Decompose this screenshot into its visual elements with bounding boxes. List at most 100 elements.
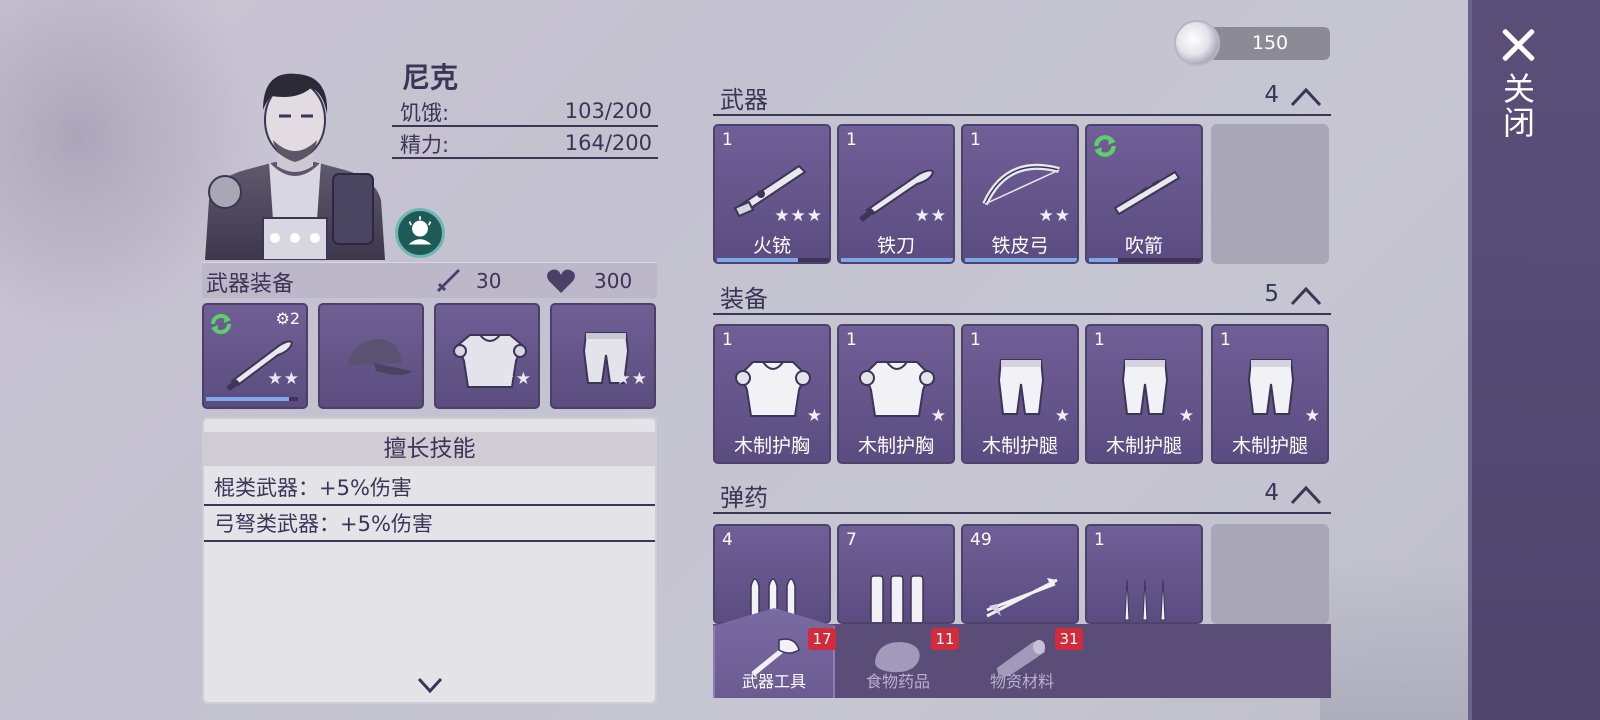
durability-fill [965,258,1077,262]
head-slot[interactable] [318,303,424,409]
durability-bar [717,258,829,262]
category-tab-bar: 武器工具 食物药品 物资材料 [713,608,1331,698]
item-name: 火铳 [752,235,791,257]
skill-line: 棍类武器：+5%伤害 [204,470,655,506]
ammo-card[interactable]: 7 [837,524,955,624]
sword-icon [436,269,460,293]
weapon-slot[interactable]: ⚙2 ★★ [202,303,308,409]
body-slot[interactable]: ★★ [434,303,540,409]
star-rating: ★★ [1038,206,1071,226]
tab-badge-count: 31 [1055,628,1083,650]
leg-armor-icon [997,359,1045,415]
tab-label: 武器工具 [741,672,806,691]
hunger-row: 饥饿: 103/200 [392,95,658,127]
item-name: 木制护腿 [981,435,1058,457]
item-quantity: 1 [1094,530,1105,550]
durability-fill [206,397,289,401]
category-count: 4 [1264,82,1279,108]
attack-value: 30 [476,269,502,293]
star-rating: ★★ [914,206,947,226]
health-value: 300 [594,269,633,293]
hunger-label: 饥饿: [400,101,450,125]
heart-icon [547,269,575,293]
ammo-card[interactable]: 49 [961,524,1079,624]
star-rating: ★★ [267,369,300,389]
item-quantity: 1 [846,130,857,150]
weapon-card-machete[interactable]: 1 ★★ 铁刀 [837,124,955,264]
shells-icon [870,575,924,622]
gear-card[interactable]: 1 ★ 木制护腿 [1085,324,1203,464]
category-title: 武器 [720,86,768,114]
star-rating: ★ [1054,406,1071,426]
darts-icon [1124,579,1166,621]
item-name: 木制护腿 [1231,435,1308,457]
weapon-card-bow[interactable]: 1 ★★ 铁皮弓 [961,124,1079,264]
item-name: 木制护胸 [857,435,934,457]
item-quantity: 1 [970,130,981,150]
energy-row: 精力: 164/200 [392,127,658,159]
item-quantity: 4 [722,530,733,550]
tab-label: 食物药品 [865,672,930,691]
gear-card[interactable]: 1 ★ 木制护胸 [713,324,831,464]
durability-fill [841,258,953,262]
item-name: 木制护腿 [1105,435,1182,457]
tab-badge-count: 11 [931,628,959,650]
chevron-up-icon[interactable] [1289,283,1323,309]
durability-bar [841,258,953,262]
energy-value: 164/200 [564,131,652,155]
chevron-down-icon[interactable] [416,671,444,699]
item-name: 吹箭 [1124,235,1163,257]
gear-card[interactable]: 1 ★ 木制护胸 [837,324,955,464]
gear-card[interactable]: 1 ★ 木制护腿 [961,324,1079,464]
category-gear-header: 装备 5 [713,279,1331,315]
close-label[interactable]: 关闭 [1498,72,1540,140]
category-ammo-header: 弹药 4 [713,478,1331,514]
skills-title: 擅长技能 [204,432,655,466]
category-count: 5 [1264,281,1279,307]
category-title: 装备 [720,285,768,313]
legs-slot[interactable]: ★★ [550,303,656,409]
tab-badge-count: 17 [808,628,836,650]
blowpipe-icon [1113,170,1181,216]
category-weapons-header: 武器 4 [713,80,1331,116]
item-quantity: 1 [1094,330,1105,350]
tab-label: 物资材料 [989,672,1054,691]
item-name: 铁皮弓 [991,235,1049,257]
background-scene-right [1320,560,1470,720]
star-rating: ★★ [499,369,532,389]
star-rating: ★ [1304,406,1321,426]
weapon-card-musket[interactable]: 1 ★★★ 火铳 [713,124,831,264]
item-quantity: 7 [846,530,857,550]
close-icon[interactable] [1496,22,1542,68]
item-quantity: 1 [846,330,857,350]
leg-armor-icon [1121,359,1169,415]
empty-slot [1211,524,1329,624]
character-skill-icon[interactable] [395,208,445,258]
durability-bar [965,258,1077,262]
tab-weapons-tools[interactable]: 武器工具 [713,608,835,698]
item-quantity: 1 [1220,330,1231,350]
equipment-header: 武器装备 30 300 [202,262,657,298]
star-rating: ★ [1178,406,1195,426]
weapon-card-blowpipe[interactable]: 吹箭 [1085,124,1203,264]
ammo-card[interactable]: 1 [1085,524,1203,624]
durability-bar [1089,258,1201,262]
hunger-value: 103/200 [564,99,652,123]
item-name: 铁刀 [876,235,915,257]
star-rating: ★ [806,406,823,426]
chevron-up-icon[interactable] [1289,84,1323,110]
item-quantity: 49 [970,530,992,550]
item-quantity: 1 [722,130,733,150]
character-name: 尼克 [402,61,459,94]
empty-slot [1211,124,1329,264]
leg-armor-icon [1247,359,1295,415]
currency-value: 150 [1251,32,1289,54]
item-name: 木制护胸 [733,435,810,457]
cap-icon [348,339,412,375]
chevron-up-icon[interactable] [1289,482,1323,508]
chest-armor-icon [859,361,935,417]
durability-fill [1089,258,1119,262]
arrows-icon [986,578,1058,618]
chest-armor-icon [735,361,811,417]
gear-card[interactable]: 1 ★ 木制护腿 [1211,324,1329,464]
